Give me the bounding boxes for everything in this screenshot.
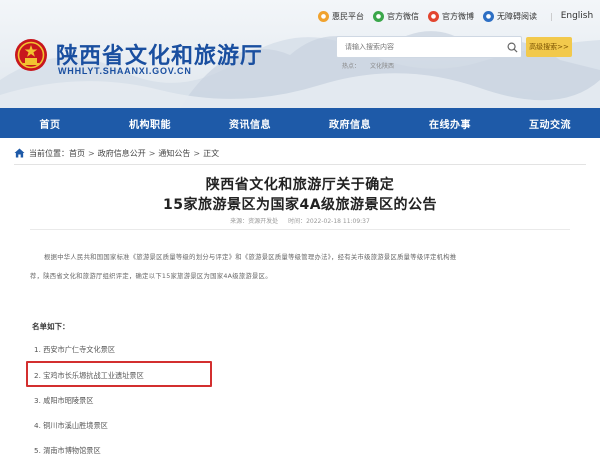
topbar-divider: | (550, 11, 553, 21)
article-title-line2: 15家旅游景区为国家4A级旅游景区的公告 (162, 197, 438, 213)
nav-item-online-service[interactable]: 在线办事 (400, 116, 500, 131)
national-emblem-icon (15, 39, 47, 71)
article-meta: 来源：资源开发处 时间：2022-02-18 11:09:37 (0, 216, 600, 225)
site-domain: WHHLYT.SHAANXI.GOV.CN (58, 66, 192, 76)
breadcrumb-gov-info[interactable]: 政府信息公开 (98, 148, 146, 159)
topbar-link-label: 无障碍阅读 (497, 11, 537, 21)
breadcrumb-notices[interactable]: 通知公告 (158, 148, 190, 159)
search-box (336, 36, 522, 58)
breadcrumb: 当前位置： 首页 > 政府信息公开 > 通知公告 > 正文 (14, 146, 219, 160)
article-paragraph: 根据中华人民共和国国家标准《旅游景区质量等级的划分与评定》和《旅游景区质量等级管… (44, 254, 457, 261)
topbar-link-accessibility[interactable]: ● 无障碍阅读 (483, 10, 537, 22)
english-link[interactable]: English (561, 11, 594, 21)
nav-item-gov-info[interactable]: 政府信息 (300, 116, 400, 131)
topbar-link-wechat[interactable]: ● 官方微信 (373, 10, 419, 22)
hot-words-label: 热点： (342, 63, 361, 70)
breadcrumb-separator: > (88, 148, 95, 158)
nav-item-news[interactable]: 资讯信息 (200, 116, 300, 131)
nav-item-interaction[interactable]: 互动交流 (500, 116, 600, 131)
breadcrumb-home[interactable]: 首页 (69, 148, 85, 159)
article-paragraph: 荐，陕西省文化和旅游厅组织评定，确定以下15家旅游景区为国家4A级旅游景区。 (30, 273, 272, 280)
main-nav: 首页 机构职能 资讯信息 政府信息 在线办事 互动交流 (0, 108, 600, 138)
hot-word-link[interactable]: 文化陕西 (370, 63, 394, 70)
topbar-link-label: 官方微信 (387, 11, 419, 21)
breadcrumb-current: 正文 (203, 148, 220, 158)
people-icon: ● (318, 10, 329, 22)
breadcrumb-prefix: 当前位置： (29, 148, 69, 158)
nav-item-home[interactable]: 首页 (0, 116, 100, 131)
divider (30, 229, 570, 230)
accessibility-icon: ● (483, 10, 494, 22)
list-heading: 名单如下： (32, 322, 70, 331)
list-item: 1. 西安市广仁寺文化景区 (34, 345, 116, 354)
topbar-link-weibo[interactable]: ● 官方微博 (428, 10, 474, 22)
list-item: 4. 铜川市溪山胜境景区 (34, 421, 108, 430)
list-item: 5. 渭南市博物馆景区 (34, 446, 101, 455)
topbar-link-welfare[interactable]: ● 惠民平台 (318, 10, 364, 22)
article-source: 来源：资源开发处 (230, 218, 279, 225)
wechat-icon: ● (373, 10, 384, 22)
site-header: ● 惠民平台 ● 官方微信 ● 官方微博 ● 无障碍阅读 | English 陕… (0, 0, 600, 108)
advanced-search-button[interactable]: 高级搜索>> (526, 37, 572, 57)
weibo-icon: ● (428, 10, 439, 22)
search-input[interactable] (345, 43, 503, 51)
divider (14, 164, 586, 165)
topbar-link-label: 官方微博 (442, 11, 474, 21)
article-time: 时间：2022-02-18 11:09:37 (288, 218, 370, 225)
highlight-box (26, 361, 212, 387)
topbar-link-label: 惠民平台 (332, 11, 364, 21)
search-icon[interactable] (503, 38, 521, 56)
top-utility-bar: ● 惠民平台 ● 官方微信 ● 官方微博 ● 无障碍阅读 | English (318, 6, 593, 26)
breadcrumb-separator: > (148, 148, 156, 158)
breadcrumb-separator: > (193, 148, 201, 158)
list-item: 3. 咸阳市昭陵景区 (34, 396, 94, 405)
home-icon (14, 148, 25, 158)
article-title-line1: 陕西省文化和旅游厅关于确定 (205, 177, 395, 193)
search-hot-words: 热点： 文化陕西 (342, 61, 404, 70)
nav-item-organization[interactable]: 机构职能 (100, 116, 200, 131)
